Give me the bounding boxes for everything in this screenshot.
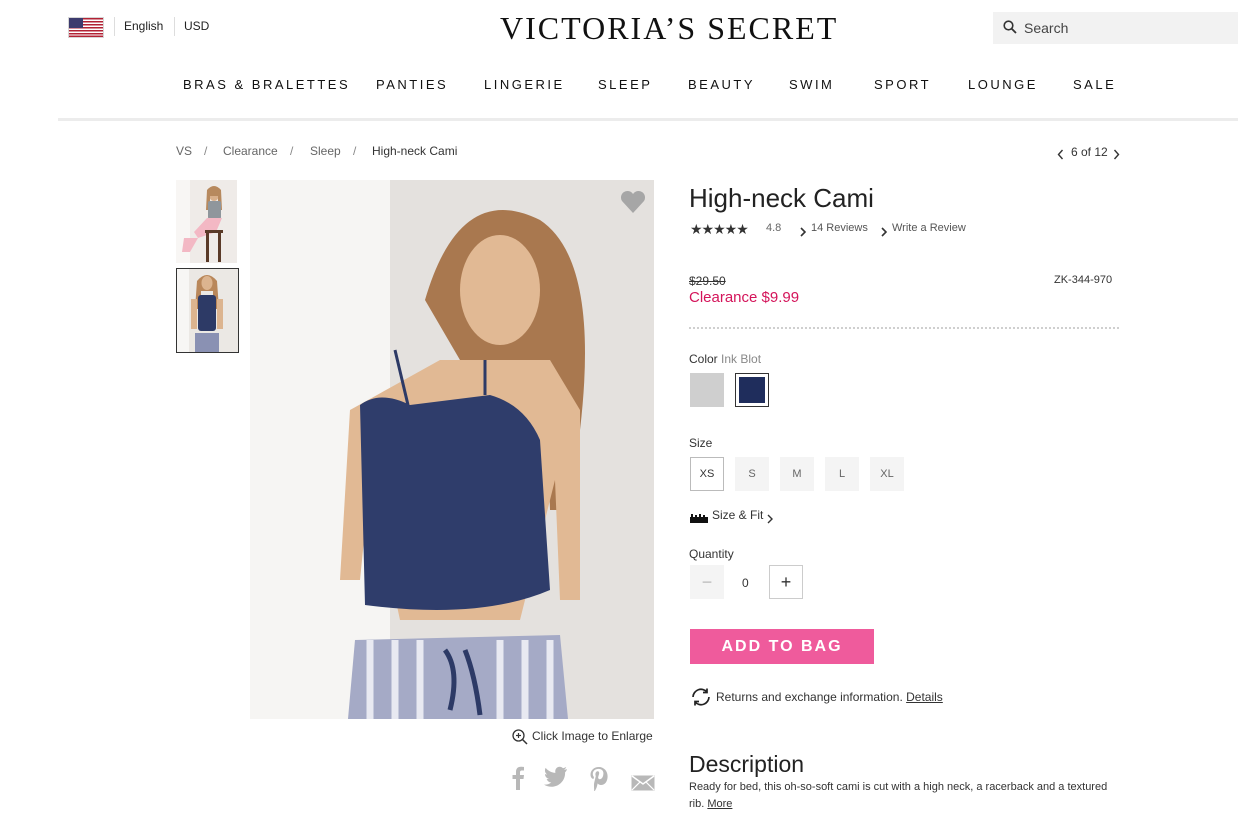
returns-text: Returns and exchange information. (716, 690, 903, 704)
nav-item-panties[interactable]: PANTIES (376, 77, 448, 92)
zoom-icon (512, 729, 528, 750)
chevron-right-icon (881, 224, 888, 242)
heart-icon[interactable] (620, 190, 646, 219)
chevron-right-icon (800, 224, 807, 242)
search-icon (1003, 20, 1017, 39)
write-review-link[interactable]: Write a Review (892, 222, 966, 234)
nav-item-lingerie[interactable]: LINGERIE (484, 77, 565, 92)
breadcrumb-separator: / (290, 144, 294, 158)
product-pager: 6 of 12 (1071, 145, 1108, 159)
size-xl-button[interactable]: XL (870, 457, 904, 491)
returns-info: Returns and exchange information. Detail… (716, 690, 943, 704)
size-label: Size (689, 436, 713, 450)
nav-item-sport[interactable]: SPORT (874, 77, 931, 92)
email-icon[interactable] (631, 770, 655, 798)
breadcrumb-sleep[interactable]: Sleep (310, 144, 341, 158)
nav-divider (58, 118, 1238, 121)
nav-item-lounge[interactable]: LOUNGE (968, 77, 1038, 92)
returns-details-link[interactable]: Details (906, 690, 943, 704)
divider (114, 17, 115, 36)
ruler-icon (690, 510, 708, 528)
color-label: Color Ink Blot (689, 352, 761, 366)
nav-item-bras[interactable]: BRAS & BRALETTES (183, 77, 350, 92)
size-l-button[interactable]: L (825, 457, 859, 491)
size-fit-link[interactable]: Size & Fit (712, 508, 763, 522)
search-input[interactable]: Search (1024, 20, 1068, 36)
twitter-icon[interactable] (544, 766, 568, 795)
nav-item-beauty[interactable]: BEAUTY (688, 77, 755, 92)
quantity-increment-button[interactable]: + (769, 565, 803, 599)
breadcrumb-clearance[interactable]: Clearance (223, 144, 278, 158)
brand-logo[interactable]: VICTORIA’S SECRET (500, 10, 838, 47)
thumbnail-gray-cami[interactable] (176, 180, 237, 263)
rating-value: 4.8 (766, 222, 782, 234)
nav-item-swim[interactable]: SWIM (789, 77, 834, 92)
size-s-button[interactable]: S (735, 457, 769, 491)
breadcrumb-separator: / (204, 144, 208, 158)
nav-item-sleep[interactable]: SLEEP (598, 77, 652, 92)
breadcrumb-current: High-neck Cami (372, 144, 458, 158)
currency-selector[interactable]: USD (184, 19, 209, 33)
enlarge-link[interactable]: Click Image to Enlarge (532, 729, 653, 743)
chevron-left-icon[interactable] (1057, 147, 1064, 165)
description-text: Ready for bed, this oh-so-soft cami is c… (689, 781, 1108, 810)
language-selector[interactable]: English (124, 19, 163, 33)
color-value: Ink Blot (721, 352, 762, 366)
thumbnail-navy-cami[interactable] (176, 268, 239, 353)
nav-item-sale[interactable]: SALE (1073, 77, 1116, 92)
divider (174, 17, 175, 36)
product-sku: ZK-344-970 (1054, 274, 1113, 286)
divider (689, 327, 1119, 329)
add-to-bag-button[interactable]: ADD TO BAG (690, 629, 874, 664)
breadcrumb-separator: / (353, 144, 357, 158)
chevron-right-icon[interactable] (1113, 147, 1120, 165)
size-xs-button[interactable]: XS (690, 457, 724, 491)
exchange-icon (690, 688, 712, 711)
chevron-right-icon (767, 511, 773, 529)
sale-price: Clearance $9.99 (689, 289, 800, 306)
search-box[interactable]: Search (993, 12, 1238, 44)
color-label-text: Color (689, 352, 718, 366)
swatch-ink-blot[interactable] (735, 373, 769, 407)
quantity-value[interactable]: 0 (742, 576, 749, 590)
quantity-label: Quantity (689, 547, 734, 561)
product-title: High-neck Cami (689, 183, 874, 213)
product-main-image[interactable] (250, 180, 654, 719)
reviews-link[interactable]: 14 Reviews (811, 222, 868, 234)
breadcrumb-vs[interactable]: VS (176, 144, 192, 158)
description-more-link[interactable]: More (707, 798, 732, 810)
description-heading: Description (689, 751, 805, 777)
pinterest-icon[interactable] (589, 766, 609, 799)
facebook-icon[interactable] (511, 766, 525, 797)
swatch-heather-gray[interactable] (690, 373, 724, 407)
size-m-button[interactable]: M (780, 457, 814, 491)
us-flag-icon[interactable] (68, 17, 104, 38)
original-price: $29.50 (689, 274, 726, 288)
description-body: Ready for bed, this oh-so-soft cami is c… (689, 779, 1119, 813)
star-rating-icon: ★★★★★ (690, 221, 749, 237)
quantity-decrement-button[interactable]: − (690, 565, 724, 599)
